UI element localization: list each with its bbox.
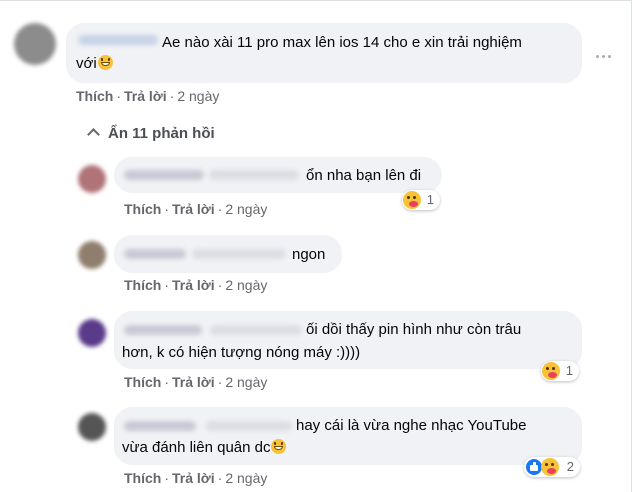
timestamp[interactable]: 2 ngày <box>225 277 267 293</box>
like-button[interactable]: Thích <box>124 277 161 293</box>
separator: · <box>116 88 122 104</box>
separator: · <box>217 201 223 217</box>
more-options-icon[interactable] <box>596 54 614 60</box>
reply-bubble: ổn nha bạn lên đi <box>114 157 442 193</box>
comment-actions: Thích · Trả lời · 2 ngày <box>76 88 219 104</box>
reply-button[interactable]: Trả lời <box>124 88 167 104</box>
reply-text-line2: vừa đánh liên quân dc <box>122 437 287 458</box>
reaction-badge[interactable]: 1 <box>541 361 579 381</box>
separator: · <box>217 470 223 486</box>
like-button[interactable]: Thích <box>124 201 161 217</box>
grinning-emoji-icon <box>271 439 287 454</box>
reply-actions: Thích · Trả lời · 2 ngày <box>124 201 267 217</box>
like-button[interactable]: Thích <box>124 374 161 390</box>
separator: · <box>217 277 223 293</box>
timestamp[interactable]: 2 ngày <box>225 374 267 390</box>
separator: · <box>164 277 170 293</box>
reply-actions: Thích · Trả lời · 2 ngày <box>124 374 267 390</box>
reaction-count: 2 <box>566 459 574 474</box>
author-name-blurred[interactable] <box>78 35 158 45</box>
timestamp[interactable]: 2 ngày <box>225 470 267 486</box>
grinning-emoji-icon <box>97 55 113 70</box>
avatar[interactable] <box>78 319 106 347</box>
comment-text: Ae nào xài 11 pro max lên ios 14 cho e x… <box>162 34 522 51</box>
avatar[interactable] <box>78 413 106 441</box>
like-button[interactable]: Thích <box>124 470 161 486</box>
care-reaction-icon <box>541 458 559 476</box>
separator: · <box>169 88 175 104</box>
avatar[interactable] <box>78 165 106 193</box>
reply-bubble: ngon <box>114 235 342 273</box>
like-button[interactable]: Thích <box>76 88 113 104</box>
reaction-badge[interactable]: 1 <box>402 190 440 210</box>
author-label-blurred <box>209 170 299 180</box>
reply-actions: Thích · Trả lời · 2 ngày <box>124 470 267 486</box>
reply-button[interactable]: Trả lời <box>172 201 215 217</box>
comment-bubble: Ae nào xài 11 pro max lên ios 14 cho e x… <box>66 23 582 83</box>
reply-text: ổn nha bạn lên đi <box>306 167 422 184</box>
reply-text-line2: hơn, k có hiện tượng nóng máy :)))) <box>122 344 361 361</box>
author-label-blurred <box>192 249 286 259</box>
comment-thread: Ae nào xài 11 pro max lên ios 14 cho e x… <box>0 0 632 492</box>
hide-replies-button[interactable]: Ẩn 11 phản hồi <box>87 125 215 142</box>
reaction-badge[interactable]: 2 <box>524 457 580 477</box>
care-reaction-icon <box>542 362 560 380</box>
author-label-blurred <box>210 325 302 335</box>
reply-text: ngon <box>292 246 326 263</box>
author-label-blurred <box>206 421 292 431</box>
chevron-up-icon <box>87 128 100 141</box>
reply-bubble: ối dồi thấy pin hình như còn trâu hơn, k… <box>114 311 582 369</box>
reply-actions: Thích · Trả lời · 2 ngày <box>124 277 267 293</box>
separator: · <box>217 374 223 390</box>
reaction-count: 1 <box>565 363 573 378</box>
reply-bubble: hay cái là vừa nghe nhạc YouTube vừa đán… <box>114 407 582 465</box>
reply-button[interactable]: Trả lời <box>172 470 215 486</box>
author-name-blurred[interactable] <box>124 249 186 259</box>
timestamp[interactable]: 2 ngày <box>225 201 267 217</box>
reaction-count: 1 <box>426 192 434 207</box>
hide-replies-label: Ẩn 11 phản hồi <box>108 125 215 142</box>
reply-text: hay cái là vừa nghe nhạc YouTube <box>296 417 527 434</box>
separator: · <box>164 201 170 217</box>
reply-button[interactable]: Trả lời <box>172 374 215 390</box>
avatar[interactable] <box>78 241 106 269</box>
care-reaction-icon <box>403 191 421 209</box>
avatar[interactable] <box>14 23 56 65</box>
comment-text-line2: với <box>76 53 113 74</box>
reply-text: ối dồi thấy pin hình như còn trâu <box>306 321 522 338</box>
reply-button[interactable]: Trả lời <box>172 277 215 293</box>
author-name-blurred[interactable] <box>124 325 202 335</box>
author-name-blurred[interactable] <box>124 421 196 431</box>
separator: · <box>164 470 170 486</box>
timestamp[interactable]: 2 ngày <box>177 88 219 104</box>
separator: · <box>164 374 170 390</box>
author-name-blurred[interactable] <box>124 170 204 180</box>
